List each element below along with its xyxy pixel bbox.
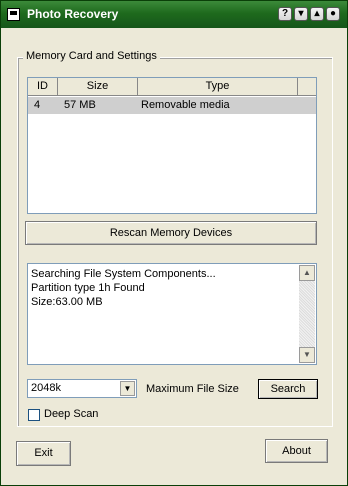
app-icon <box>7 8 20 21</box>
search-button[interactable]: Search <box>258 379 318 399</box>
select-value: 2048k <box>31 382 61 394</box>
deep-scan-label: Deep Scan <box>44 408 99 420</box>
scroll-down-arrow-icon[interactable]: ▼ <box>299 347 315 363</box>
deep-scan-checkbox[interactable] <box>28 409 40 421</box>
log-line: Searching File System Components... <box>31 268 216 280</box>
max-file-size-label: Maximum File Size <box>146 383 239 395</box>
groupbox-label: Memory Card and Settings <box>23 50 160 62</box>
listview-header: ID Size Type <box>28 78 316 96</box>
about-button[interactable]: About <box>265 439 328 463</box>
table-row[interactable]: 4 57 MB Removable media <box>28 97 316 114</box>
rescan-button[interactable]: Rescan Memory Devices <box>25 221 317 245</box>
max-file-size-select[interactable]: 2048k ▼ <box>27 379 137 398</box>
exit-button[interactable]: Exit <box>16 441 71 466</box>
window-title: Photo Recovery <box>27 7 119 21</box>
chevron-down-icon[interactable]: ▼ <box>120 381 135 396</box>
cell-type: Removable media <box>141 99 230 111</box>
log-line: Size:63.00 MB <box>31 296 103 308</box>
log-line: Partition type 1h Found <box>31 282 145 294</box>
cell-size: 57 MB <box>64 99 96 111</box>
column-header-id[interactable]: ID <box>28 78 58 96</box>
close-button[interactable]: ● <box>326 7 340 21</box>
cell-id: 4 <box>34 99 41 111</box>
column-header-size[interactable]: Size <box>58 78 138 96</box>
log-textarea[interactable]: Searching File System Components... Part… <box>27 263 317 365</box>
scroll-up-arrow-icon[interactable]: ▲ <box>299 265 315 281</box>
column-header-filler <box>298 78 316 96</box>
minimize-button[interactable]: ▾ <box>294 7 308 21</box>
column-header-type[interactable]: Type <box>138 78 298 96</box>
maximize-button[interactable]: ▴ <box>310 7 324 21</box>
help-button[interactable]: ? <box>278 7 292 21</box>
device-listview[interactable]: ID Size Type 4 57 MB Removable media <box>27 77 317 214</box>
log-scrollbar[interactable]: ▲ ▼ <box>299 265 315 363</box>
title-bar[interactable]: Photo Recovery ? ▾ ▴ ● <box>1 1 347 28</box>
app-window: Photo Recovery ? ▾ ▴ ● Memory Card and S… <box>0 0 348 486</box>
